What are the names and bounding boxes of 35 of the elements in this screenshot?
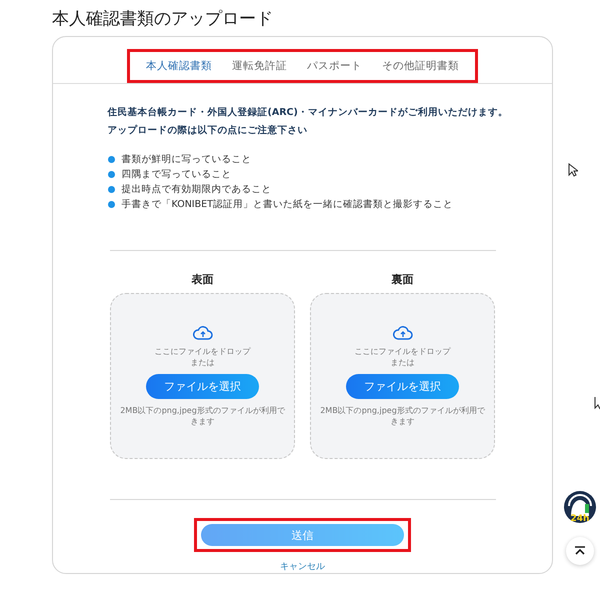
choose-file-button[interactable]: ファイルを選択 bbox=[146, 374, 259, 399]
tab[interactable]: 運転免許証 bbox=[224, 56, 295, 76]
side-label: 裏面 bbox=[392, 272, 414, 287]
cursor-icon bbox=[594, 396, 600, 410]
bullet-icon bbox=[108, 170, 114, 178]
note-text: 提出時点で有効期限内であること bbox=[122, 182, 272, 196]
page-title: 本人確認書類のアップロード bbox=[52, 8, 274, 30]
note-text: 書類が鮮明に写っていること bbox=[122, 152, 252, 166]
bullet-icon bbox=[108, 156, 114, 162]
side-label: 表面 bbox=[192, 272, 214, 287]
drop-text: ここにファイルをドロップ bbox=[154, 346, 250, 357]
note-text: 手書きで「KONIBET認証用」と書いた紙を一緒に確認書類と撮影すること bbox=[122, 198, 453, 212]
drop-zone[interactable]: ここにファイルをドロップ または ファイルを選択 2MB以下のpng,jpeg形式のファイルが利用できます bbox=[310, 293, 495, 459]
file-hint: 2MB以下のpng,jpeg形式のファイルが利用できます bbox=[119, 405, 286, 427]
tab[interactable]: パスポート bbox=[299, 56, 370, 76]
or-text: または bbox=[190, 357, 214, 368]
or-text: または bbox=[390, 357, 414, 368]
intro-text: アップロードの際は以下の点にご注意下さい bbox=[108, 124, 308, 138]
cancel-link[interactable]: キャンセル bbox=[280, 560, 325, 573]
bullet-icon bbox=[108, 186, 114, 192]
drop-zone[interactable]: ここにファイルをドロップ または ファイルを選択 2MB以下のpng,jpeg形式のファイルが利用できます bbox=[110, 293, 295, 459]
scroll-top-button[interactable] bbox=[566, 537, 594, 565]
cursor-icon bbox=[568, 163, 578, 177]
drop-text: ここにファイルをドロップ bbox=[354, 346, 450, 357]
tab[interactable]: その他証明書類 bbox=[374, 56, 467, 76]
note-text: 四隅まで写っていること bbox=[122, 168, 232, 182]
cloud-upload-icon bbox=[392, 325, 412, 340]
file-hint: 2MB以下のpng,jpeg形式のファイルが利用できます bbox=[319, 405, 486, 427]
support-badge[interactable]: 24h bbox=[563, 490, 597, 524]
submit-button[interactable]: 送信 bbox=[201, 524, 404, 546]
cloud-upload-icon bbox=[192, 325, 212, 340]
scroll-top-icon bbox=[574, 546, 586, 556]
bullet-icon bbox=[108, 200, 114, 208]
tab[interactable]: 本人確認書類 bbox=[138, 56, 220, 76]
choose-file-button[interactable]: ファイルを選択 bbox=[346, 374, 459, 399]
